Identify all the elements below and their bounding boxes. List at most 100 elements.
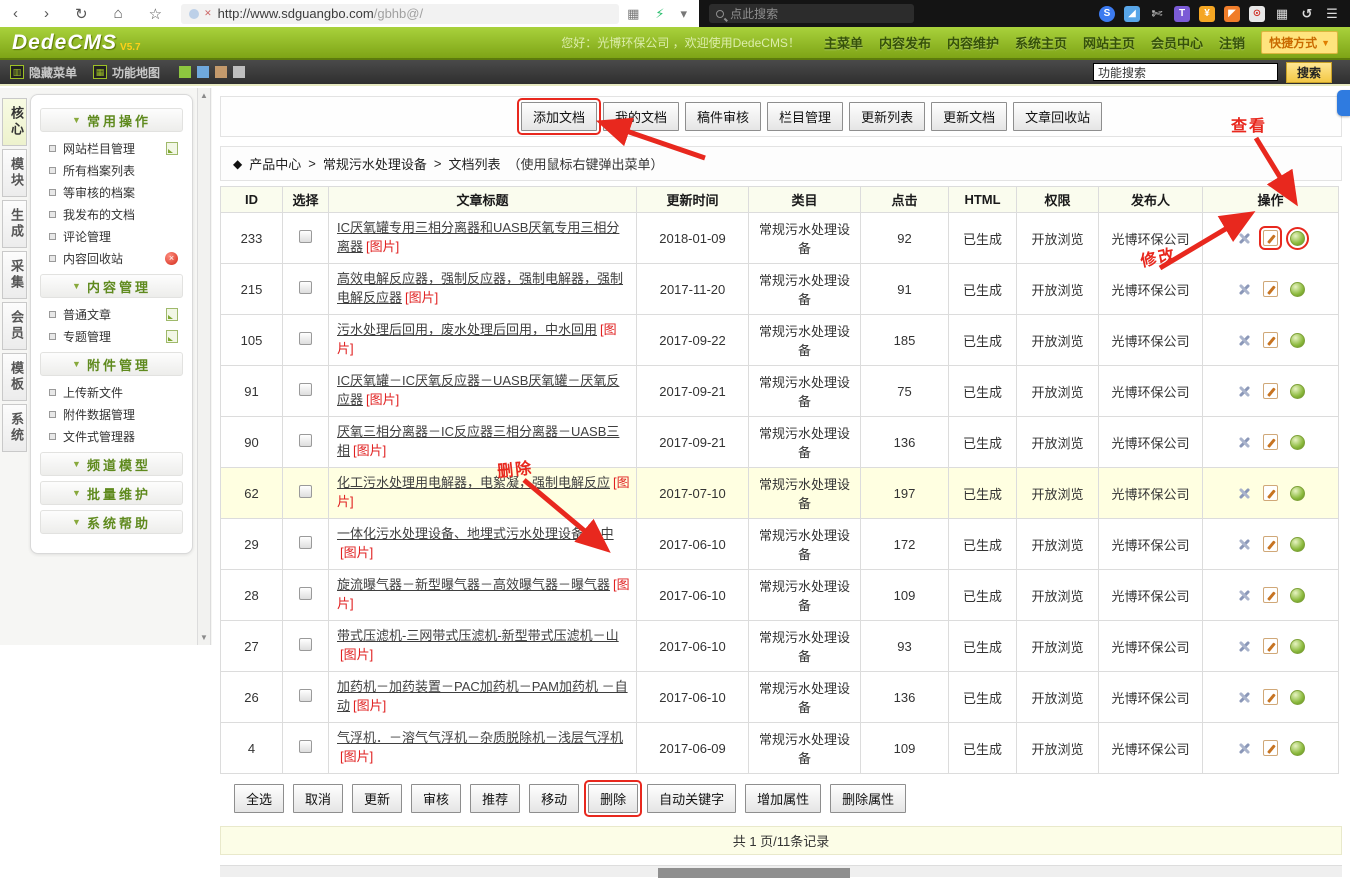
hide-menu-button[interactable]: 隐藏菜单 [29,64,77,81]
scissors-icon[interactable]: ✄ [1149,6,1165,22]
scroll-up-icon[interactable]: ▲ [200,91,208,100]
row-checkbox[interactable] [299,434,312,447]
function-search-input[interactable] [1093,63,1278,81]
tab-system[interactable]: 系统 [2,404,27,452]
bookmark-star-icon[interactable]: ☆ [136,5,175,23]
view-icon[interactable] [1290,537,1305,552]
doc-title-link[interactable]: 一体化污水处理设备、地埋式污水处理设备 －中 [337,526,614,541]
update-list-button[interactable]: 更新列表 [849,102,925,131]
view-icon[interactable] [1290,384,1305,399]
apps-grid-icon[interactable]: ▦ [1274,6,1290,22]
add-document-button[interactable]: 添加文档 [521,102,597,131]
doc-title-link[interactable]: 带式压滤机-三网带式压滤机-新型带式压滤机－山 [337,628,619,643]
section-content-management[interactable]: ▼内容管理 [40,274,183,298]
tab-members[interactable]: 会员 [2,302,27,350]
breadcrumb-root[interactable]: 产品中心 [249,154,301,173]
fox-icon[interactable]: ◤ [1224,6,1240,22]
view-icon[interactable] [1290,639,1305,654]
browser-search-input[interactable]: 点此搜索 [709,4,914,23]
row-checkbox[interactable] [299,740,312,753]
breadcrumb-page[interactable]: 文档列表 [448,154,500,173]
sogou-icon[interactable]: S [1099,6,1115,22]
attributes-icon[interactable] [1236,282,1251,297]
tab-generate[interactable]: 生成 [2,200,27,248]
sidebar-scrollbar[interactable]: ▲ ▼ [197,88,211,645]
doc-title-link[interactable]: 高效电解反应器，强制反应器，强制电解器，强制电解反应器 [337,271,623,305]
edit-icon[interactable] [1263,689,1278,705]
sidebar-item-file-manager[interactable]: 文件式管理器 [35,425,188,447]
theme-gray-swatch[interactable] [233,66,245,78]
home-icon[interactable]: ⌂ [101,5,136,22]
menu-system-home[interactable]: 系统主页 [1015,33,1067,52]
section-system-help[interactable]: ▼系统帮助 [40,510,183,534]
attributes-icon[interactable] [1236,231,1251,246]
grid-icon[interactable]: ▦ [619,6,647,22]
edit-icon[interactable] [1263,434,1278,450]
highlighter-icon[interactable]: ◢ [1124,6,1140,22]
tab-collect[interactable]: 采集 [2,251,27,299]
view-icon[interactable] [1290,231,1305,246]
attributes-icon[interactable] [1236,690,1251,705]
edit-icon[interactable] [1263,536,1278,552]
refresh-icon[interactable]: ↻ [62,5,101,23]
attributes-icon[interactable] [1236,639,1251,654]
translate-icon[interactable]: T [1174,6,1190,22]
floating-sidebar-handle[interactable] [1337,90,1350,116]
scroll-down-icon[interactable]: ▼ [200,633,208,642]
sidebar-item-upload-file[interactable]: 上传新文件 [35,381,188,403]
tab-core[interactable]: 核心 [2,98,27,146]
quick-menu-button[interactable]: 快捷方式 ▼ [1261,31,1338,54]
edit-icon[interactable] [1263,740,1278,756]
row-checkbox[interactable] [299,332,312,345]
edit-icon[interactable] [1263,332,1278,348]
attributes-icon[interactable] [1236,486,1251,501]
sidebar-item-site-columns[interactable]: 网站栏目管理 [35,137,188,159]
section-common-operations[interactable]: ▼常用操作 [40,108,183,132]
view-icon[interactable] [1290,741,1305,756]
chevron-down-icon[interactable]: ▾ [673,6,696,22]
undo-icon[interactable]: ↺ [1299,6,1315,22]
breadcrumb-category[interactable]: 常规污水处理设备 [323,154,427,173]
move-button[interactable]: 移动 [529,784,579,813]
auto-keywords-button[interactable]: 自动关键字 [647,784,736,813]
attributes-icon[interactable] [1236,537,1251,552]
sidebar-item-all-archives[interactable]: 所有档案列表 [35,159,188,181]
doc-title-link[interactable]: 化工污水处理用电解器，电絮凝，强制电解反应 [337,475,610,490]
row-checkbox[interactable] [299,689,312,702]
doc-title-link[interactable]: 污水处理后回用，废水处理后回用，中水回用 [337,322,597,337]
edit-icon[interactable] [1263,281,1278,297]
view-icon[interactable] [1290,690,1305,705]
section-channel-models[interactable]: ▼频道模型 [40,452,183,476]
tab-modules[interactable]: 模块 [2,149,27,197]
lightning-icon[interactable]: ⚡ [647,6,672,22]
menu-maintain[interactable]: 内容维护 [947,33,999,52]
view-icon[interactable] [1290,486,1305,501]
select-all-button[interactable]: 全选 [234,784,284,813]
article-recycle-button[interactable]: 文章回收站 [1013,102,1102,131]
sidebar-item-pending-archives[interactable]: 等审核的档案 [35,181,188,203]
edit-icon[interactable] [1263,383,1278,399]
sidebar-item-my-documents[interactable]: 我发布的文档 [35,203,188,225]
edit-icon[interactable] [1263,587,1278,603]
row-checkbox[interactable] [299,230,312,243]
attributes-icon[interactable] [1236,588,1251,603]
remove-attribute-button[interactable]: 删除属性 [830,784,906,813]
edit-icon[interactable] [1263,485,1278,501]
row-checkbox[interactable] [299,587,312,600]
menu-icon[interactable]: ☰ [1324,6,1340,22]
review-button[interactable]: 稿件审核 [685,102,761,131]
sidebar-item-comments[interactable]: 评论管理 [35,225,188,247]
add-attribute-button[interactable]: 增加属性 [745,784,821,813]
view-icon[interactable] [1290,435,1305,450]
section-batch-maintenance[interactable]: ▼批量维护 [40,481,183,505]
view-icon[interactable] [1290,588,1305,603]
menu-main[interactable]: 主菜单 [824,33,863,52]
view-icon[interactable] [1290,282,1305,297]
doc-title-link[interactable]: 旋流曝气器－新型曝气器－高效曝气器－曝气器 [337,577,610,592]
section-attachment-management[interactable]: ▼附件管理 [40,352,183,376]
update-button[interactable]: 更新 [352,784,402,813]
tab-templates[interactable]: 模板 [2,353,27,401]
back-icon[interactable]: ‹ [0,5,31,22]
row-checkbox[interactable] [299,485,312,498]
menu-site-home[interactable]: 网站主页 [1083,33,1135,52]
